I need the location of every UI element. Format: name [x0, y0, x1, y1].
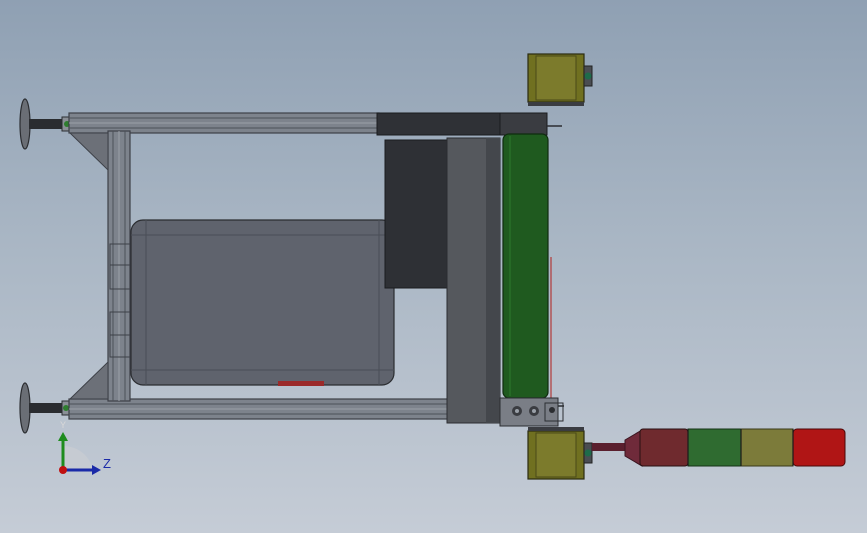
dark-mount-block: [384, 139, 448, 289]
vertical-frame-post: [107, 130, 131, 402]
axis-triad-icon: Z Y: [58, 420, 111, 475]
gray-side-panel: [446, 137, 501, 424]
assembly-drawing[interactable]: Z Y: [0, 0, 867, 533]
corner-gusset-top: [68, 132, 109, 172]
motor-bottom: [527, 427, 593, 480]
corner-gusset-bottom: [68, 360, 109, 400]
conveyor-roller: [502, 133, 549, 399]
cad-viewport[interactable]: Z Y: [0, 0, 867, 533]
top-cross-beam: [376, 112, 562, 136]
bottom-frame-rail: [68, 398, 450, 420]
motor-top: [527, 53, 593, 106]
triad-z-label: Z: [103, 456, 111, 471]
bottom-bracket: [499, 397, 564, 427]
main-enclosure: [130, 219, 395, 386]
top-frame-rail: [68, 112, 380, 134]
triad-y-label: Y: [60, 420, 66, 430]
leveling-foot-top: [19, 98, 71, 150]
signal-tower-light: [592, 428, 846, 467]
